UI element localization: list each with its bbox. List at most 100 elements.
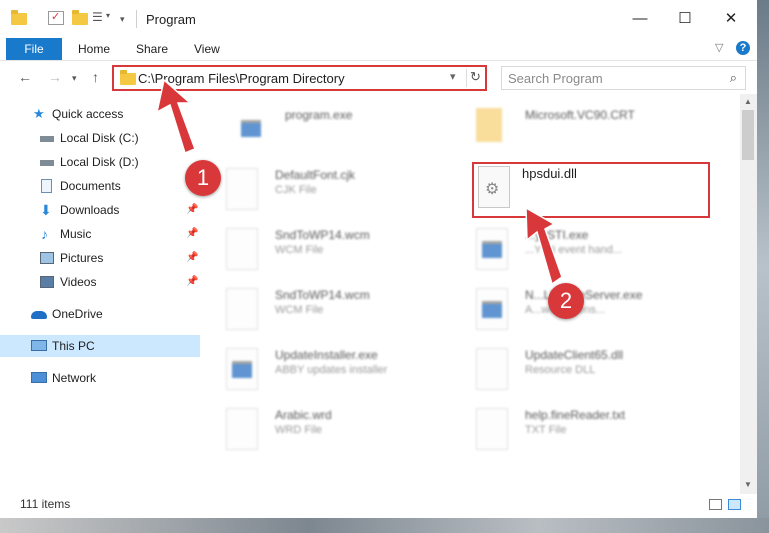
computer-icon [31,340,47,351]
sidebar-item-pictures[interactable]: Pictures 📌 [0,247,200,269]
file-name: help.fineReader.txt [525,408,626,422]
drive-icon [40,160,54,166]
music-icon: ♪ [41,226,48,242]
folder-icon [9,10,29,27]
file-icon [476,348,508,390]
application-icon [236,108,266,148]
close-button[interactable]: ✕ [717,8,745,30]
new-folder-icon[interactable] [70,10,88,27]
refresh-icon[interactable]: ↻ [470,69,481,85]
videos-icon [40,276,54,288]
address-path[interactable]: C:\Program Files\Program Directory [138,71,345,86]
file-icon [226,288,258,330]
customize-toolbar-icon[interactable]: ☰ ▾ [92,10,114,27]
sidebar-item-music[interactable]: ♪ Music 📌 [0,223,200,245]
details-view-icon[interactable] [709,499,722,510]
file-explorer-window: ✓ ☰ ▾ ▾ Program — ☐ ✕ File Home Share Vi… [0,0,757,518]
file-name: ...yySTI.exe [525,228,589,242]
list-item[interactable]: ...yySTI.exe ...Y sti event hand... [453,222,683,276]
list-item[interactable]: DefaultFont.cjk CJK File [203,162,433,216]
file-type: Resource DLL [525,364,596,376]
tab-share[interactable]: Share [136,38,168,60]
list-item[interactable]: UpdateClient65.dll Resource DLL [453,342,683,396]
target-file-highlight[interactable] [472,162,710,218]
scroll-up-icon[interactable]: ▲ [744,97,752,106]
folder-icon [476,108,502,142]
scroll-down-icon[interactable]: ▼ [744,480,752,489]
file-name: DefaultFont.cjk [275,168,356,182]
forward-arrow-icon[interactable]: → [48,69,62,85]
address-bar[interactable]: C:\Program Files\Program Directory ▾ ↻ [112,65,487,91]
sidebar-item-documents[interactable]: Documents [0,175,200,197]
file-type: WRD File [275,424,323,436]
list-item[interactable]: SndToWP14.wcm WCM File [203,222,433,276]
file-icon [226,168,258,210]
sidebar-item-local-disk-c[interactable]: Local Disk (C:) [0,127,200,149]
document-icon [41,179,52,193]
maximize-button[interactable]: ☐ [671,8,699,30]
file-icon [226,408,258,450]
sidebar-item-videos[interactable]: Videos 📌 [0,271,200,293]
quick-access-dropdown-icon[interactable]: ▾ [120,11,130,27]
status-bar: 111 items [0,494,757,518]
sidebar-item-label: This PC [52,339,95,353]
pin-icon[interactable]: 📌 [186,271,198,293]
title-bar: ✓ ☰ ▾ ▾ Program — ☐ ✕ [0,0,757,38]
sidebar-item-network[interactable]: Network [0,367,200,389]
title-separator [136,10,137,28]
sidebar-item-label: Downloads [60,203,120,217]
sidebar-item-local-disk-d[interactable]: Local Disk (D:) [0,151,200,173]
application-icon [476,228,508,270]
pin-icon[interactable]: 📌 [186,223,198,245]
list-item[interactable]: Arabic.wrd WRD File [203,402,433,456]
star-icon: ★ [33,106,45,121]
file-name: Microsoft.VC90.CRT [525,108,635,122]
vertical-scrollbar[interactable]: ▲ ▼ [740,94,757,494]
navigation-bar: ← → ▾ ↑ C:\Program Files\Program Directo… [0,62,757,94]
file-type: WCM File [275,244,324,256]
sidebar-item-label: Local Disk (C:) [60,131,139,145]
recent-locations-icon[interactable]: ▾ [72,73,77,84]
chevron-down-icon[interactable]: ▽ [715,41,723,54]
file-name: program.exe [285,108,353,122]
back-arrow-icon[interactable]: ← [18,69,32,85]
sidebar-item-downloads[interactable]: ⬇ Downloads 📌 [0,199,200,221]
large-icons-view-icon[interactable] [728,499,741,510]
search-input[interactable]: Search Program ⌕ [501,66,746,90]
sidebar-item-this-pc[interactable]: This PC [0,335,200,357]
sidebar-item-quick-access[interactable]: ★ Quick access [0,103,200,125]
list-item[interactable]: program.exe [213,102,443,156]
file-icon [476,408,508,450]
list-item[interactable]: help.fineReader.txt TXT File [453,402,683,456]
address-dropdown-icon[interactable]: ▾ [450,70,456,83]
sidebar-item-label: OneDrive [52,307,103,321]
desktop-background [757,0,769,533]
file-name: SndToWP14.wcm [275,288,370,302]
minimize-button[interactable]: — [626,8,654,30]
sidebar-item-label: Local Disk (D:) [60,155,139,169]
tab-view[interactable]: View [194,38,220,60]
sidebar-item-onedrive[interactable]: OneDrive [0,303,200,325]
file-type: ...Y sti event hand... [525,244,623,256]
tab-file[interactable]: File [6,38,62,60]
file-name: SndToWP14.wcm [275,228,370,242]
sidebar-item-label: Network [52,371,97,385]
up-arrow-icon[interactable]: ↑ [92,69,99,85]
pin-icon[interactable]: 📌 [186,199,198,221]
properties-icon[interactable]: ✓ [48,11,64,25]
pin-icon[interactable]: 📌 [186,247,198,269]
file-list: program.exe Microsoft.VC90.CRT DefaultFo… [203,96,740,491]
scrollbar-thumb[interactable] [742,110,754,160]
tab-home[interactable]: Home [78,38,110,60]
file-type: CJK File [275,184,317,196]
list-item[interactable]: Microsoft.VC90.CRT [453,102,683,156]
file-name: UpdateInstaller.exe [275,348,378,362]
download-icon: ⬇ [40,202,52,218]
help-icon[interactable]: ? [736,41,750,55]
list-item[interactable]: SndToWP14.wcm WCM File [203,282,433,336]
navigation-pane: ★ Quick access Local Disk (C:) Local Dis… [0,100,200,495]
sidebar-item-label: Documents [60,179,121,193]
list-item[interactable]: UpdateInstaller.exe ABBY updates install… [203,342,433,396]
pictures-icon [40,252,54,264]
search-icon[interactable]: ⌕ [730,70,737,86]
